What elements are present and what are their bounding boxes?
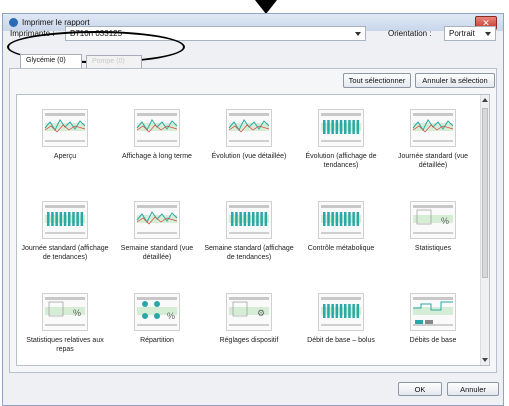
report-item-label: Statistiques relatives aux repas — [26, 337, 104, 353]
report-item-label: Évolution (vue détaillée) — [211, 153, 287, 160]
report-item[interactable]: Semaine standard (vue détaillée) — [111, 201, 203, 262]
report-item-label: Réglages dispositif — [219, 337, 279, 344]
standard-day-detail-report-icon — [410, 109, 456, 147]
orientation-label: Orientation : — [388, 29, 432, 38]
metabolic-control-report-icon — [318, 201, 364, 239]
report-item-label: Débits de base — [409, 337, 457, 344]
report-item-label: Évolution (affichage de tendances) — [305, 153, 377, 169]
annotation-arrow — [255, 0, 277, 14]
device-settings-report-icon: ⚙ — [226, 293, 272, 331]
meal-statistics-report-icon: % — [42, 293, 88, 331]
report-item[interactable]: Aperçu — [19, 109, 111, 161]
overview-report-icon — [42, 109, 88, 147]
report-item[interactable]: Évolution (affichage de tendances) — [295, 109, 387, 170]
standard-week-trend-report-icon — [226, 201, 272, 239]
trend-tendencies-report-icon — [318, 109, 364, 147]
report-item[interactable]: % Répartition — [111, 293, 203, 345]
scroll-thumb[interactable] — [482, 108, 488, 278]
report-item[interactable]: Journée standard (vue détaillée) — [387, 109, 479, 170]
report-item[interactable]: % Statistiques — [387, 201, 479, 253]
tab-glycemie[interactable]: Glycémie (0) — [20, 54, 82, 68]
report-item-label: Aperçu — [53, 153, 77, 160]
vertical-scrollbar[interactable] — [480, 95, 489, 365]
report-grid: Aperçu Affichage à long terme Évolution (v… — [16, 94, 490, 366]
report-item-label: Répartition — [140, 337, 174, 344]
report-item[interactable]: Journée standard (affichage de tendances… — [19, 201, 111, 262]
chevron-down-icon — [355, 32, 361, 36]
report-item[interactable]: ⚙ Réglages dispositif — [203, 293, 295, 345]
ok-button[interactable]: OK — [398, 382, 442, 396]
report-item-label: Semaine standard (vue détaillée) — [120, 245, 194, 261]
svg-text:%: % — [73, 308, 81, 318]
report-item[interactable]: Débits de base — [387, 293, 479, 345]
long-term-report-icon — [134, 109, 180, 147]
report-item[interactable]: Semaine standard (affichage de tendances… — [203, 201, 295, 262]
report-item[interactable]: Débit de base – bolus — [295, 293, 387, 345]
distribution-report-icon: % — [134, 293, 180, 331]
standard-day-trend-report-icon — [42, 201, 88, 239]
report-item[interactable]: Affichage à long terme — [111, 109, 203, 161]
svg-text:%: % — [167, 311, 175, 321]
orientation-select[interactable]: Portrait — [444, 26, 496, 41]
report-item-label: Journée standard (affichage de tendances… — [21, 245, 109, 261]
orientation-value: Portrait — [449, 29, 475, 38]
report-item[interactable]: Évolution (vue détaillée) — [203, 109, 295, 161]
basal-rates-report-icon — [410, 293, 456, 331]
cancel-selection-button[interactable]: Annuler la sélection — [415, 73, 495, 88]
svg-text:%: % — [441, 216, 449, 226]
tab-pompe[interactable]: Pompe (0) — [86, 55, 142, 69]
report-item-label: Statistiques — [414, 245, 452, 252]
statistics-report-icon: % — [410, 201, 456, 239]
reports-panel: Tout sélectionner Annuler la sélection A… — [9, 68, 497, 373]
basal-bolus-report-icon — [318, 293, 364, 331]
report-item-label: Journée standard (vue détaillée) — [397, 153, 469, 169]
standard-week-detail-report-icon — [134, 201, 180, 239]
select-all-button[interactable]: Tout sélectionner — [343, 73, 411, 88]
report-item-label: Contrôle métabolique — [307, 245, 375, 252]
report-item[interactable]: Contrôle métabolique — [295, 201, 387, 253]
scroll-up-icon[interactable] — [482, 98, 488, 102]
svg-text:⚙: ⚙ — [257, 308, 265, 318]
report-item-label: Affichage à long terme — [122, 153, 192, 160]
report-item-label: Débit de base – bolus — [307, 337, 375, 344]
cancel-button[interactable]: Annuler — [447, 382, 499, 396]
scroll-down-icon[interactable] — [482, 358, 488, 362]
report-item[interactable]: % Statistiques relatives aux repas — [19, 293, 111, 354]
trend-detail-report-icon — [226, 109, 272, 147]
chevron-down-icon — [485, 32, 491, 36]
report-item-label: Semaine standard (affichage de tendances… — [204, 245, 294, 261]
